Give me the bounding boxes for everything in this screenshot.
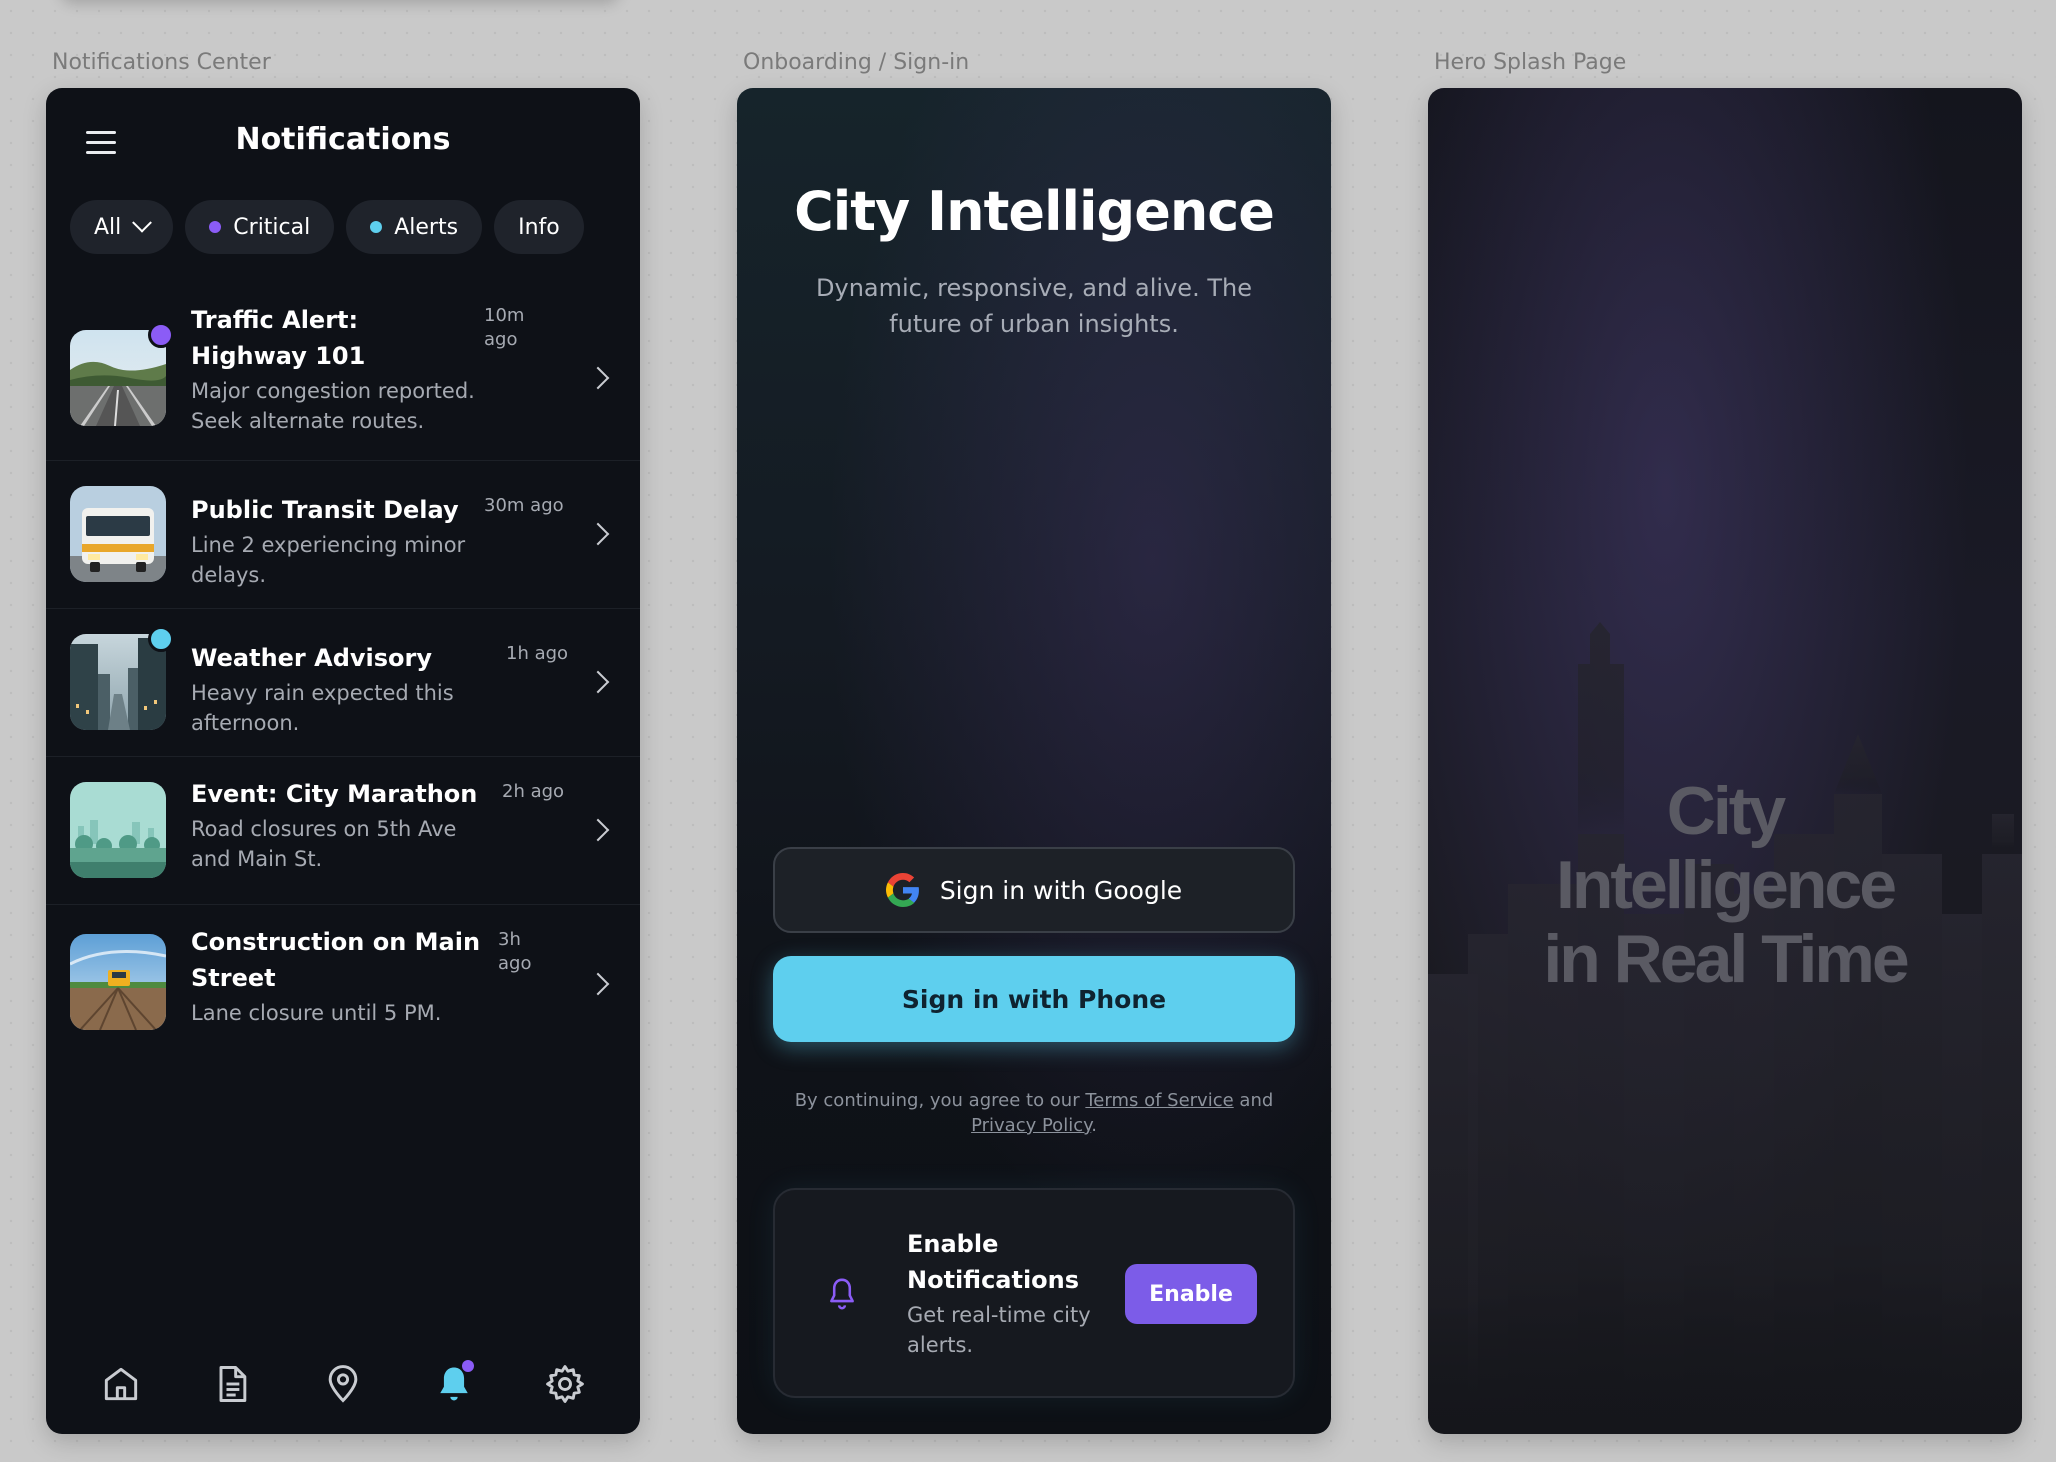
enable-card-title: Enable Notifications <box>907 1230 1080 1294</box>
notifications-screen: Notifications All Critical Alerts Info T… <box>46 88 640 1434</box>
notification-time: 1h ago <box>506 643 569 664</box>
filter-chip-label: Critical <box>233 214 311 240</box>
filter-chip-label: All <box>94 214 122 240</box>
filter-chip-label: Info <box>518 214 560 240</box>
page-title: Notifications <box>235 122 451 157</box>
hero-headline: City Intelligence in Real Time <box>1428 774 2022 996</box>
notification-item-weather[interactable]: Weather Advisory Heavy rain expected thi… <box>46 608 640 757</box>
bottom-tab-bar <box>46 1334 640 1434</box>
unread-badge-icon <box>148 322 174 348</box>
legal-prefix: By continuing, you agree to our <box>794 1090 1080 1111</box>
gear-icon[interactable] <box>543 1362 587 1406</box>
legal-notice: By continuing, you agree to our Terms of… <box>787 1088 1281 1138</box>
critical-dot-icon <box>209 221 222 233</box>
enable-notifications-card: Enable Notifications Get real-time city … <box>773 1188 1295 1398</box>
map-pin-icon[interactable] <box>321 1362 365 1406</box>
document-icon[interactable] <box>210 1362 254 1406</box>
park-thumbnail <box>70 782 166 878</box>
notification-body: Road closures on 5th Ave and Main St. <box>191 817 457 871</box>
notification-item-event[interactable]: Event: City Marathon Road closures on 5t… <box>46 756 640 905</box>
bell-unread-dot-icon <box>461 1360 474 1372</box>
bell-icon <box>825 1275 865 1315</box>
unread-badge-icon <box>148 626 174 652</box>
frame-label-notifications: Notifications Center <box>52 50 271 75</box>
chevron-right-icon <box>586 366 610 390</box>
app-title: City Intelligence <box>794 180 1275 243</box>
terms-of-service-link[interactable]: Terms of Service <box>1085 1090 1233 1111</box>
hero-line-3: in Real Time <box>1543 921 1909 997</box>
app-subtitle: Dynamic, responsive, and alive. The futu… <box>816 274 1252 338</box>
frame-label-hero: Hero Splash Page <box>1434 50 1627 75</box>
notification-item-construction[interactable]: Construction on Main Street Lane closure… <box>46 904 640 1060</box>
filter-chip-info[interactable]: Info <box>494 200 584 254</box>
google-button-label: Sign in with Google <box>939 875 1183 905</box>
chevron-down-icon <box>132 212 153 233</box>
google-icon <box>885 873 919 907</box>
legal-and: and <box>1239 1090 1274 1111</box>
notification-title: Weather Advisory <box>191 644 432 672</box>
filter-chips: All Critical Alerts Info <box>70 200 584 254</box>
notification-body: Heavy rain expected this afternoon. <box>191 681 454 735</box>
notification-time: 30m ago <box>484 495 564 516</box>
chevron-right-icon <box>586 670 610 694</box>
notification-time: 2h ago <box>502 781 565 802</box>
chevron-right-icon <box>586 972 610 996</box>
bell-icon[interactable] <box>432 1360 476 1406</box>
home-icon[interactable] <box>99 1362 143 1406</box>
enable-card-subtitle: Get real-time city alerts. <box>907 1303 1091 1357</box>
bus-thumbnail <box>70 486 166 582</box>
filter-chip-alerts[interactable]: Alerts <box>346 200 483 254</box>
notification-body: Line 2 experiencing minor delays. <box>191 533 466 587</box>
notifications-header: Notifications <box>46 88 640 198</box>
onboarding-screen: City Intelligence Dynamic, responsive, a… <box>737 88 1331 1434</box>
notification-title: Construction on Main Street <box>191 928 481 992</box>
enable-button[interactable]: Enable <box>1125 1264 1257 1324</box>
alerts-dot-icon <box>370 221 383 233</box>
hero-line-1: City <box>1666 773 1786 849</box>
notification-body: Lane closure until 5 PM. <box>191 1001 442 1025</box>
privacy-policy-link[interactable]: Privacy Policy <box>971 1115 1091 1136</box>
notification-time: 3h ago <box>498 929 532 974</box>
hero-line-2: Intelligence <box>1555 847 1897 923</box>
sign-in-google-button[interactable]: Sign in with Google <box>773 847 1295 933</box>
construction-thumbnail <box>70 934 166 1030</box>
legal-suffix: . <box>1091 1115 1097 1136</box>
notification-title: Event: City Marathon <box>191 780 478 808</box>
notification-body: Major congestion reported. Seek alternat… <box>191 379 475 433</box>
sign-in-phone-button[interactable]: Sign in with Phone <box>773 956 1295 1042</box>
chevron-right-icon <box>586 522 610 546</box>
filter-chip-all[interactable]: All <box>70 200 174 254</box>
notification-title: Public Transit Delay <box>191 496 459 524</box>
notification-time: 10m ago <box>484 305 525 350</box>
filter-chip-label: Alerts <box>394 214 459 240</box>
notification-title: Traffic Alert: Highway 101 <box>191 306 366 370</box>
chevron-right-icon <box>586 818 610 842</box>
phone-button-label: Sign in with Phone <box>901 984 1167 1014</box>
notification-item-transit[interactable]: Public Transit Delay Line 2 experiencing… <box>46 460 640 609</box>
frame-label-onboarding: Onboarding / Sign-in <box>743 50 970 75</box>
hero-splash-screen: City Intelligence in Real Time <box>1428 88 2022 1434</box>
notification-item-traffic[interactable]: Traffic Alert: Highway 101 Major congest… <box>46 284 640 461</box>
filter-chip-critical[interactable]: Critical <box>185 200 335 254</box>
